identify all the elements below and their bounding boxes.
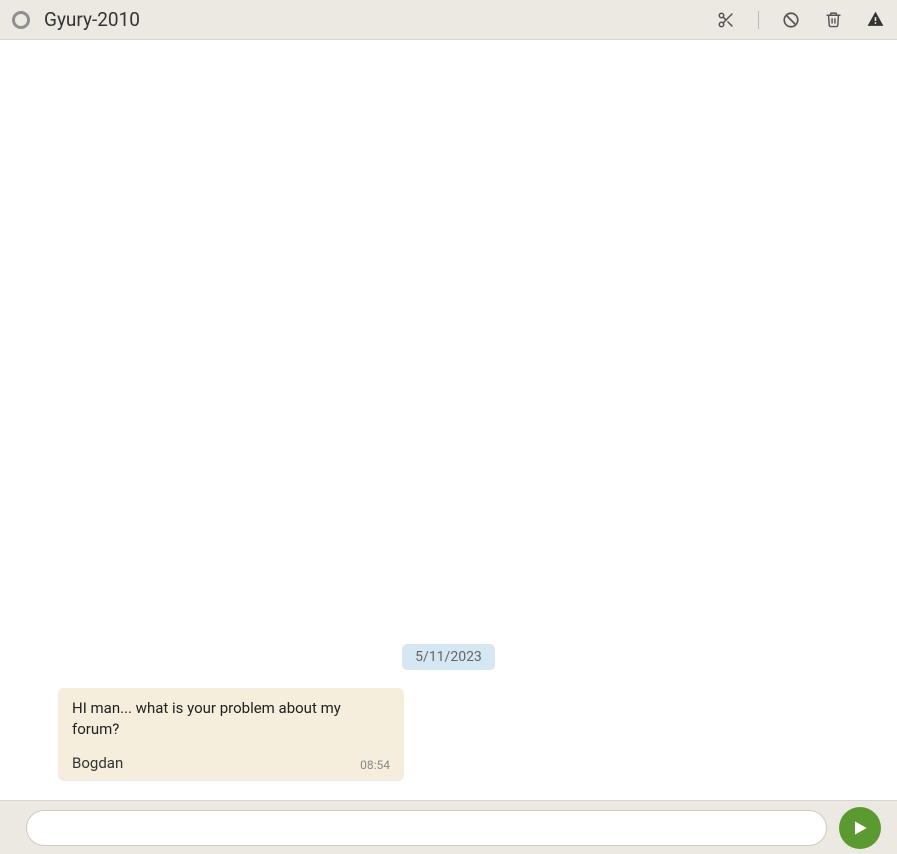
send-button[interactable] xyxy=(839,807,881,849)
warning-icon[interactable] xyxy=(865,10,885,30)
chat-header: Gyury-2010 xyxy=(0,0,897,40)
header-divider xyxy=(758,11,759,29)
header-actions xyxy=(716,10,885,30)
presence-indicator xyxy=(12,11,30,29)
scissors-icon[interactable] xyxy=(716,10,736,30)
incoming-message[interactable]: HI man... what is your problem about my … xyxy=(58,688,404,780)
chat-area: 5/11/2023 HI man... what is your problem… xyxy=(0,40,897,800)
contact-name[interactable]: Gyury-2010 xyxy=(44,8,716,31)
trash-icon[interactable] xyxy=(823,10,843,30)
composer xyxy=(0,800,897,854)
message-time: 08:54 xyxy=(360,758,390,772)
message-text: HI man... what is your problem about my … xyxy=(72,698,390,740)
message-input[interactable] xyxy=(26,810,827,846)
message-author: Bogdan xyxy=(72,754,123,772)
block-icon[interactable] xyxy=(781,10,801,30)
message-footer: Bogdan 08:54 xyxy=(72,754,390,772)
date-separator: 5/11/2023 xyxy=(402,644,495,670)
